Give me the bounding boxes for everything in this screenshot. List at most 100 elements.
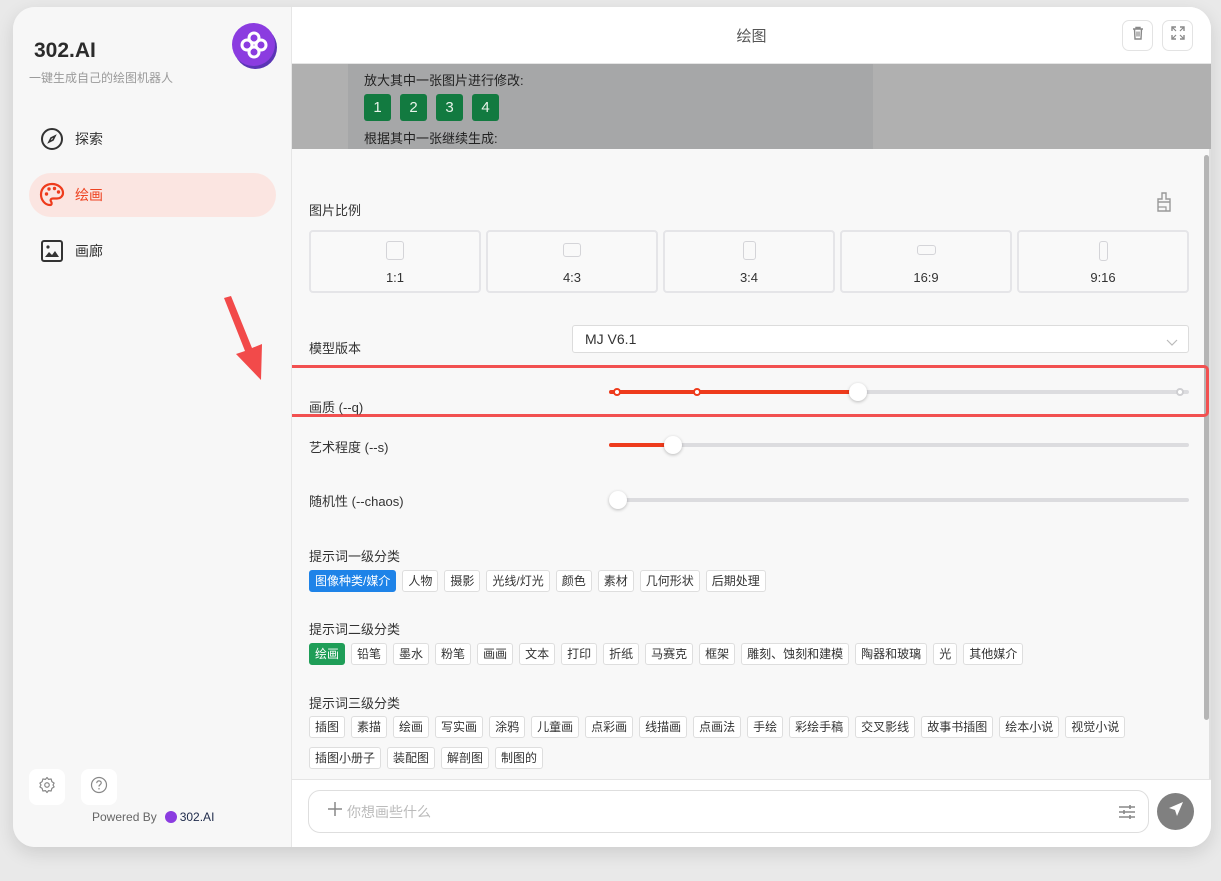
tag-chip[interactable]: 框架: [699, 643, 736, 665]
tag-chip[interactable]: 墨水: [393, 643, 430, 665]
upscale-buttons: 1 2 3 4: [364, 94, 499, 121]
brand-title: 302.AI: [34, 39, 96, 62]
palette-icon: [39, 182, 65, 208]
sidebar-item-gallery[interactable]: 画廊: [29, 229, 276, 273]
prompt-input[interactable]: [347, 803, 1087, 820]
header: 绘图: [292, 7, 1211, 64]
upscale-button-2[interactable]: 2: [400, 94, 427, 121]
slider-step-mark[interactable]: [1176, 388, 1185, 396]
ratio-option-16-9[interactable]: 16:9: [840, 230, 1012, 293]
scrollbar-thumb[interactable]: [1204, 155, 1209, 720]
tag-chip[interactable]: 装配图: [387, 747, 436, 769]
tag-chip[interactable]: 点画法: [693, 716, 742, 738]
tag-chip[interactable]: 文本: [519, 643, 556, 665]
slider-handle[interactable]: [849, 383, 868, 401]
tag-chip[interactable]: 线描画: [639, 716, 688, 738]
tag-chip[interactable]: 雕刻、蚀刻和建模: [741, 643, 850, 665]
prompt-settings-button[interactable]: [1118, 803, 1136, 826]
tag-chip[interactable]: 几何形状: [639, 570, 700, 592]
tag-chip[interactable]: 后期处理: [705, 570, 766, 592]
tag-chip[interactable]: 光: [933, 643, 958, 665]
tag-chip[interactable]: 人物: [402, 570, 439, 592]
upscale-hint: 放大其中一张图片进行修改:: [364, 73, 524, 88]
chaos-label: 随机性 (--chaos): [309, 494, 404, 509]
tag-chip[interactable]: 马赛克: [645, 643, 694, 665]
brand-logo-icon: [232, 23, 275, 66]
sidebar-item-draw[interactable]: 绘画: [29, 173, 276, 217]
tag-chip[interactable]: 手绘: [747, 716, 784, 738]
upscale-button-3[interactable]: 3: [436, 94, 463, 121]
slider-step-mark[interactable]: [693, 388, 702, 396]
sidebar-item-label: 画廊: [75, 243, 103, 259]
tag-chip[interactable]: 故事书插图: [921, 716, 994, 738]
tag-chip[interactable]: 素材: [597, 570, 634, 592]
slider-handle[interactable]: [663, 436, 682, 454]
aspect-ratio-label: 图片比例: [309, 203, 362, 218]
category-level3-tags: 插图 素描 绘画 写实画 涂鸦 儿童画 点彩画 线描画 点画法 手绘 彩绘手稿 交叉影线 故事书插图 绘本…: [309, 716, 1189, 769]
tag-chip[interactable]: 陶器和玻璃: [855, 643, 928, 665]
tag-chip[interactable]: 绘画: [309, 643, 346, 665]
ratio-option-9-16[interactable]: 9:16: [1017, 230, 1189, 293]
slider-step-mark[interactable]: [613, 388, 622, 396]
settings-panel: 图片比例 1:1 4:3 3:4 16:9 9:16 模型版本 MJ V6.1 …: [292, 149, 1211, 779]
tag-chip[interactable]: 插图小册子: [309, 747, 382, 769]
delete-button[interactable]: [1122, 20, 1153, 51]
question-icon: [90, 776, 108, 799]
tag-chip[interactable]: 绘画: [393, 716, 430, 738]
tag-chip[interactable]: 涂鸦: [489, 716, 526, 738]
tag-chip[interactable]: 颜色: [555, 570, 592, 592]
slider-handle[interactable]: [608, 491, 627, 509]
ratio-label: 16:9: [913, 270, 939, 285]
tag-chip[interactable]: 其他媒介: [963, 643, 1024, 665]
add-attachment-button[interactable]: [327, 801, 343, 822]
send-button[interactable]: [1157, 793, 1194, 830]
sidebar-item-explore[interactable]: 探索: [29, 117, 276, 161]
tag-chip[interactable]: 制图的: [495, 747, 544, 769]
tag-chip[interactable]: 交叉影线: [855, 716, 916, 738]
tag-chip[interactable]: 视觉小说: [1065, 716, 1126, 738]
stylize-slider[interactable]: [609, 435, 1189, 455]
tag-chip[interactable]: 图像种类/媒介: [309, 570, 397, 592]
ratio-option-3-4[interactable]: 3:4: [663, 230, 835, 293]
tag-chip[interactable]: 打印: [561, 643, 598, 665]
ratio-label: 9:16: [1090, 270, 1116, 285]
tag-chip[interactable]: 素描: [351, 716, 388, 738]
brush-icon: [1156, 192, 1172, 216]
stylize-label: 艺术程度 (--s): [309, 440, 389, 455]
category-level2-label: 提示词二级分类: [309, 622, 401, 637]
tag-chip[interactable]: 解剖图: [441, 747, 490, 769]
sliders-icon: [1118, 803, 1136, 826]
slider-track: [609, 498, 1189, 502]
sidebar-item-label: 绘画: [75, 187, 103, 203]
tag-chip[interactable]: 画画: [477, 643, 514, 665]
tag-chip[interactable]: 粉笔: [435, 643, 472, 665]
ratio-label: 4:3: [562, 270, 582, 285]
help-button[interactable]: [81, 769, 117, 805]
settings-button[interactable]: [29, 769, 65, 805]
tag-chip[interactable]: 摄影: [444, 570, 481, 592]
fullscreen-button[interactable]: [1162, 20, 1193, 51]
tag-chip[interactable]: 插图: [309, 716, 346, 738]
tag-chip[interactable]: 绘本小说: [999, 716, 1060, 738]
chaos-slider[interactable]: [608, 490, 1189, 510]
brand-subtitle: 一键生成自己的绘图机器人: [29, 71, 174, 85]
send-icon: [1167, 800, 1185, 823]
quality-slider[interactable]: [609, 382, 1189, 402]
ratio-tall-icon: [1098, 241, 1108, 261]
category-level2-tags: 绘画 铅笔 墨水 粉笔 画画 文本 打印 折纸 马赛克 框架 雕刻、蚀刻和建模 陶器和玻璃光其他媒介: [309, 643, 1189, 665]
ratio-option-1-1[interactable]: 1:1: [309, 230, 481, 293]
sidebar-item-label: 探索: [75, 131, 103, 147]
tag-chip[interactable]: 写实画: [435, 716, 484, 738]
tag-chip[interactable]: 铅笔: [351, 643, 388, 665]
model-version-select[interactable]: MJ V6.1: [572, 325, 1189, 353]
ratio-square-icon: [386, 241, 404, 260]
upscale-button-4[interactable]: 4: [472, 94, 499, 121]
tag-chip[interactable]: 折纸: [603, 643, 640, 665]
upscale-button-1[interactable]: 1: [364, 94, 391, 121]
tag-chip[interactable]: 点彩画: [585, 716, 634, 738]
tag-chip[interactable]: 彩绘手稿: [789, 716, 850, 738]
tag-chip[interactable]: 儿童画: [531, 716, 580, 738]
ratio-option-4-3[interactable]: 4:3: [486, 230, 658, 293]
tag-chip[interactable]: 光线/灯光: [486, 570, 550, 592]
clear-brush-button[interactable]: [1156, 192, 1172, 217]
